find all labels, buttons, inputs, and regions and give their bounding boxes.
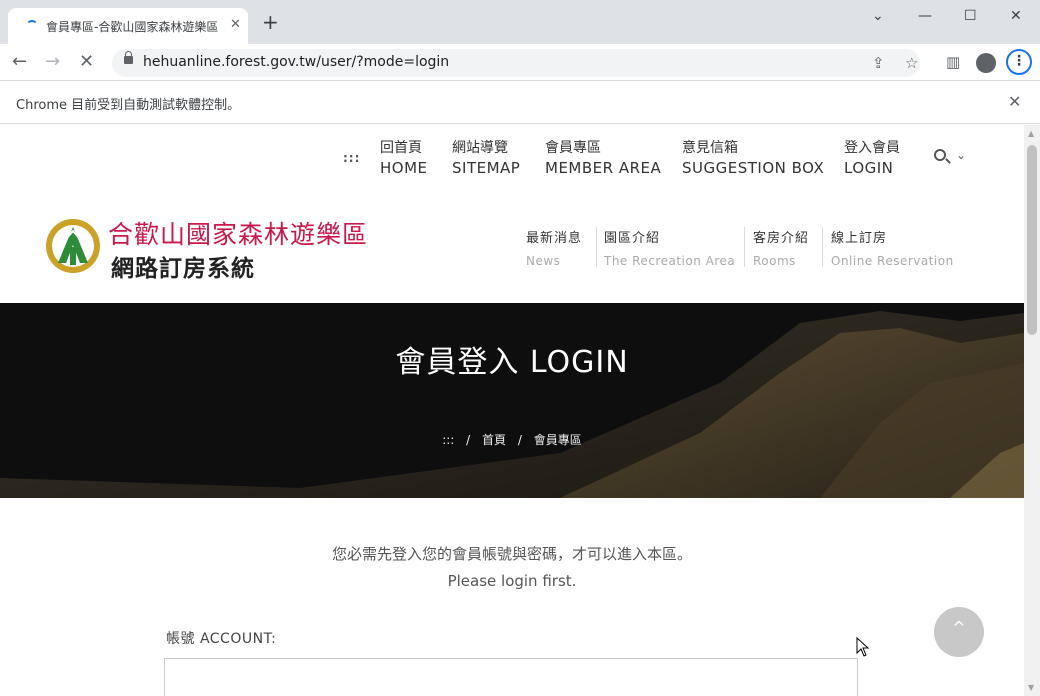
topnav-label-en: SUGGESTION BOX	[682, 159, 825, 177]
breadcrumb-separator: /	[517, 433, 522, 447]
page-banner: 會員登入 LOGIN ::: / 首頁 / 會員專區	[0, 303, 1024, 498]
infobar-close-icon[interactable]: ✕	[1008, 92, 1021, 111]
side-panel-icon[interactable]: ▥	[946, 53, 960, 71]
profile-avatar-icon[interactable]	[976, 53, 996, 73]
page-scrollbar[interactable]: ▲ ▼	[1024, 125, 1040, 696]
account-label: 帳號 ACCOUNT:	[166, 631, 277, 647]
share-icon[interactable]: ⇪	[872, 54, 885, 72]
mainnav-label-en: The Recreation Area	[604, 254, 736, 268]
topnav-label-en: HOME	[380, 159, 428, 177]
url-text[interactable]: hehuanline.forest.gov.tw/user/?mode=logi…	[143, 54, 449, 70]
site-title[interactable]: 合歡山國家森林遊樂區	[108, 215, 368, 251]
back-to-top-button[interactable]: ^	[934, 607, 984, 657]
lock-icon[interactable]	[124, 51, 133, 64]
topnav-label-en: SITEMAP	[452, 159, 521, 177]
mainnav-online-reservation[interactable]: 線上訂房 Online Reservation	[831, 227, 954, 268]
page-viewport: ::: 回首頁 HOME 網站導覽 SITEMAP 會員專區 MEMBER AR…	[0, 125, 1024, 696]
mainnav-recreation-area[interactable]: 園區介紹 The Recreation Area	[604, 227, 735, 268]
tab-search-icon[interactable]: ⌄	[872, 8, 884, 24]
mainnav-label-en: Online Reservation	[831, 254, 954, 268]
mainnav-rooms[interactable]: 客房介紹 Rooms	[753, 227, 809, 268]
topnav-member-area[interactable]: 會員專區 MEMBER AREA	[545, 137, 661, 177]
topnav-label-zh: 回首頁	[380, 140, 422, 156]
mountain-background	[0, 311, 1024, 498]
page-title: 會員登入 LOGIN	[395, 345, 629, 380]
bookmark-star-icon[interactable]: ☆	[905, 54, 918, 72]
login-required-message-zh: 您必需先登入您的會員帳號與密碼，才可以進入本區。	[331, 545, 692, 563]
tab-title: 會員專區-合歡山國家森林遊樂區	[46, 20, 219, 34]
mainnav-label-zh: 客房介紹	[753, 231, 810, 246]
topnav-home[interactable]: 回首頁 HOME	[380, 137, 428, 177]
mainnav-label-en: News	[526, 254, 561, 268]
topnav-label-zh: 意見信箱	[682, 140, 738, 156]
scroll-up-arrow-icon[interactable]: ▲	[1028, 129, 1034, 138]
mainnav-label-zh: 線上訂房	[831, 231, 888, 246]
loading-spinner-icon	[26, 20, 38, 32]
accesskey-anchor[interactable]: :::	[343, 151, 360, 165]
maximize-button[interactable]: ☐	[964, 8, 977, 24]
topnav-label-zh: 登入會員	[844, 140, 900, 156]
browser-tab[interactable]: 會員專區-合歡山國家森林遊樂區 ✕	[8, 8, 248, 44]
nav-divider	[744, 227, 745, 267]
scroll-down-arrow-icon[interactable]: ▼	[1028, 683, 1034, 692]
topnav-suggestion-box[interactable]: 意見信箱 SUGGESTION BOX	[682, 137, 824, 177]
topnav-label-zh: 會員專區	[545, 140, 601, 156]
stop-loading-icon[interactable]: ✕	[79, 51, 94, 72]
account-input[interactable]	[164, 658, 858, 696]
topnav-sitemap[interactable]: 網站導覽 SITEMAP	[452, 137, 520, 177]
nav-divider	[596, 227, 597, 267]
new-tab-button[interactable]: +	[262, 12, 279, 32]
topnav-label-zh: 網站導覽	[452, 140, 508, 156]
address-bar[interactable]: hehuanline.forest.gov.tw/user/?mode=logi…	[112, 49, 920, 77]
mainnav-label-zh: 園區介紹	[604, 231, 661, 246]
breadcrumb-anchor[interactable]: :::	[442, 433, 454, 447]
mainnav-news[interactable]: 最新消息 News	[526, 227, 582, 268]
forest-logo-icon[interactable]	[44, 217, 102, 275]
infobar-text: Chrome 目前受到自動測試軟體控制。	[16, 98, 241, 113]
mouse-cursor-icon	[856, 637, 870, 657]
topnav-label-en: LOGIN	[844, 159, 894, 177]
browser-menu-icon[interactable]: ⋮	[1006, 49, 1032, 75]
mainnav-label-en: Rooms	[753, 254, 796, 268]
browser-tabbar: 會員專區-合歡山國家森林遊樂區 ✕ + ⌄ — ☐ ✕	[0, 0, 1040, 44]
chevron-down-icon[interactable]: ⌄	[956, 148, 966, 162]
breadcrumb-member-area[interactable]: 會員專區	[534, 433, 582, 447]
search-icon[interactable]	[934, 149, 946, 161]
site-subtitle[interactable]: 網路訂房系統	[111, 249, 255, 283]
login-required-message-en: Please login first.	[447, 572, 577, 590]
close-window-button[interactable]: ✕	[1010, 8, 1022, 24]
minimize-button[interactable]: —	[918, 8, 932, 24]
tab-close-icon[interactable]: ✕	[230, 17, 241, 32]
breadcrumb: ::: / 首頁 / 會員專區	[0, 431, 1024, 448]
mainnav-label-zh: 最新消息	[526, 231, 583, 246]
scrollbar-thumb[interactable]	[1027, 145, 1037, 335]
breadcrumb-separator: /	[466, 433, 471, 447]
back-icon[interactable]: ←	[12, 51, 27, 72]
topnav-login[interactable]: 登入會員 LOGIN	[844, 137, 900, 177]
forward-icon[interactable]: →	[45, 51, 60, 72]
breadcrumb-home[interactable]: 首頁	[482, 433, 506, 447]
browser-toolbar: ← → ✕ hehuanline.forest.gov.tw/user/?mod…	[0, 44, 1040, 80]
automation-infobar: Chrome 目前受到自動測試軟體控制。 ✕	[0, 80, 1040, 124]
nav-divider	[822, 227, 823, 267]
topnav-label-en: MEMBER AREA	[545, 159, 662, 177]
